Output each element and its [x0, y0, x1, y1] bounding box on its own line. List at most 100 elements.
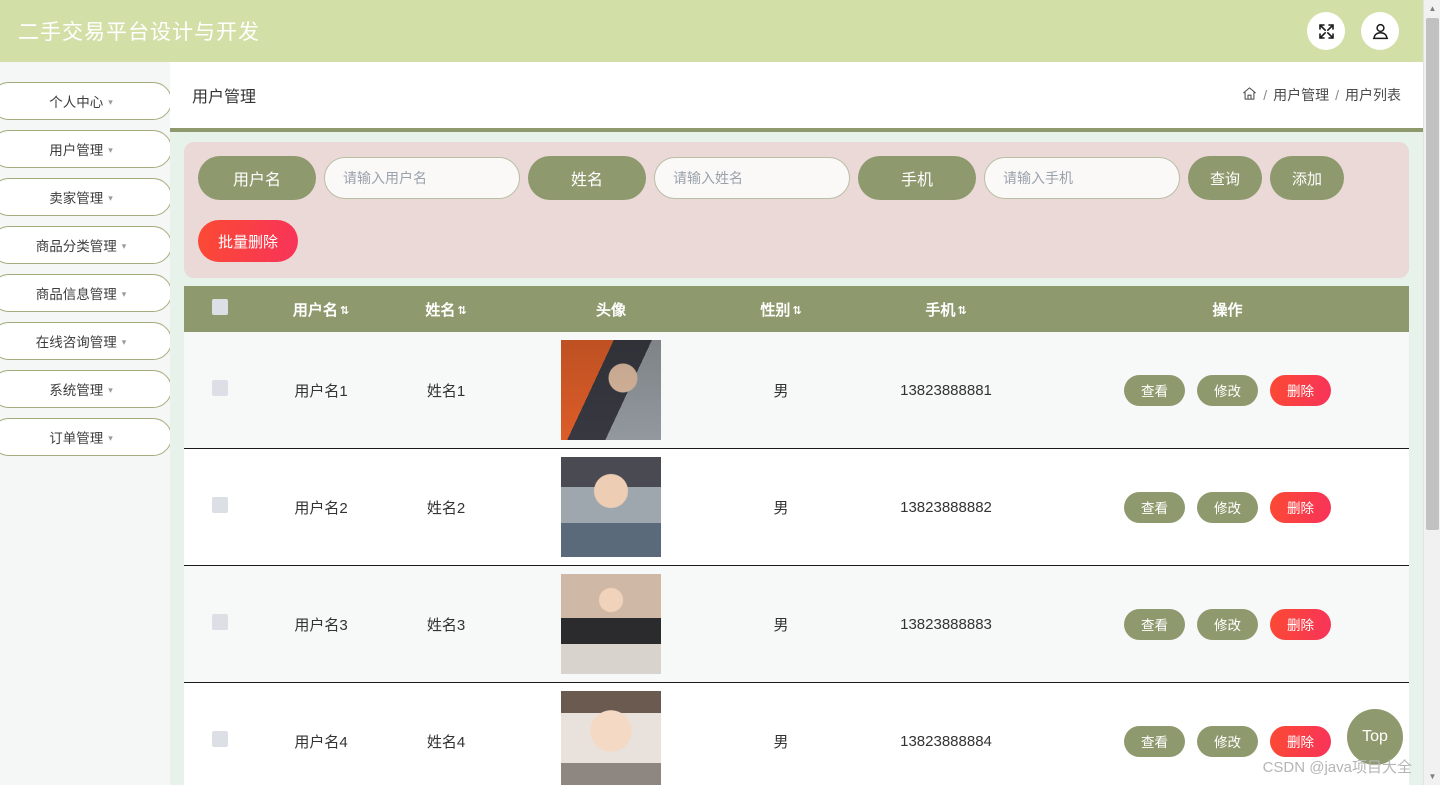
sidebar-item-seller-management[interactable]: 卖家管理 ▾ — [0, 178, 170, 216]
app-title: 二手交易平台设计与开发 — [18, 21, 260, 44]
cell-gender: 男 — [716, 448, 846, 566]
sidebar-item-label: 在线咨询管理 — [35, 335, 117, 350]
view-button[interactable]: 查看 — [1124, 491, 1185, 523]
app-header: 二手交易平台设计与开发 — [0, 0, 1423, 62]
fullscreen-icon — [1317, 22, 1336, 41]
select-all-checkbox[interactable] — [212, 299, 228, 315]
edit-button[interactable]: 修改 — [1197, 725, 1258, 757]
scroll-down-arrow-icon[interactable]: ▼ — [1424, 768, 1440, 785]
page-scrollbar[interactable]: ▲ ▼ — [1423, 0, 1440, 785]
chevron-down-icon: ▾ — [108, 192, 113, 203]
main-content: 用户管理 / 用户管理 / 用户列表 用户名 姓名 — [170, 62, 1423, 785]
cell-name: 姓名4 — [386, 682, 506, 785]
view-button[interactable]: 查看 — [1124, 374, 1185, 406]
breadcrumb-item-user-management[interactable]: 用户管理 — [1273, 85, 1329, 105]
cell-name: 姓名1 — [386, 332, 506, 449]
chevron-down-icon: ▾ — [108, 432, 113, 443]
fullscreen-button[interactable] — [1307, 12, 1345, 50]
breadcrumb-item-user-list[interactable]: 用户列表 — [1345, 85, 1401, 105]
sidebar-item-label: 个人中心 — [49, 95, 104, 110]
row-select-cell — [184, 682, 256, 785]
row-actions: 查看 修改 删除 — [1046, 374, 1409, 406]
cell-phone: 13823888884 — [846, 682, 1046, 785]
chevron-down-icon: ▾ — [121, 288, 127, 299]
cell-username: 用户名4 — [256, 682, 386, 785]
column-label: 性别 — [760, 301, 791, 319]
column-name[interactable]: 姓名 ⇅ — [386, 286, 506, 332]
edit-button[interactable]: 修改 — [1197, 608, 1258, 640]
cell-phone: 13823888881 — [846, 332, 1046, 449]
table-header-row: 用户名 ⇅ 姓名 ⇅ 头像 性别 ⇅ 手机 ⇅ 操作 — [184, 286, 1409, 332]
view-button[interactable]: 查看 — [1124, 725, 1185, 757]
sidebar-item-personal-center[interactable]: 个人中心 ▾ — [0, 82, 170, 120]
cell-gender: 男 — [716, 565, 846, 683]
cell-gender: 男 — [716, 682, 846, 785]
sort-icon[interactable]: ⇅ — [792, 305, 801, 317]
sidebar-item-order-management[interactable]: 订单管理 ▾ — [0, 418, 170, 456]
sidebar-item-label: 用户管理 — [49, 143, 104, 158]
delete-button[interactable]: 删除 — [1270, 725, 1331, 757]
view-button[interactable]: 查看 — [1124, 608, 1185, 640]
cell-avatar — [506, 332, 716, 449]
header-actions — [1307, 12, 1399, 50]
avatar — [561, 340, 661, 440]
scrollbar-thumb[interactable] — [1426, 18, 1439, 530]
avatar — [561, 574, 661, 674]
row-select-cell — [184, 332, 256, 449]
sidebar-item-product-category-management[interactable]: 商品分类管理 ▾ — [0, 226, 170, 264]
delete-button[interactable]: 删除 — [1270, 491, 1331, 523]
avatar — [561, 691, 661, 785]
cell-operations: 查看 修改 删除 — [1046, 565, 1409, 683]
delete-button[interactable]: 删除 — [1270, 374, 1331, 406]
chevron-down-icon: ▾ — [108, 144, 113, 155]
sort-icon[interactable]: ⇅ — [340, 305, 349, 317]
edit-button[interactable]: 修改 — [1197, 374, 1258, 406]
row-checkbox[interactable] — [212, 497, 228, 513]
sort-icon[interactable]: ⇅ — [457, 305, 466, 317]
column-gender[interactable]: 性别 ⇅ — [716, 286, 846, 332]
table-row: 用户名4 姓名4 男 13823888884 查看 修改 删除 — [184, 682, 1409, 785]
breadcrumb: / 用户管理 / 用户列表 — [1242, 85, 1401, 105]
breadcrumb-separator: / — [1263, 87, 1268, 103]
add-button[interactable]: 添加 — [1270, 156, 1345, 200]
delete-button[interactable]: 删除 — [1270, 608, 1331, 640]
username-input[interactable] — [324, 157, 520, 199]
sidebar-item-label: 商品分类管理 — [35, 239, 117, 254]
user-table-wrap: 用户名 ⇅ 姓名 ⇅ 头像 性别 ⇅ 手机 ⇅ 操作 用户名1 姓名1 男 13… — [170, 278, 1423, 785]
chevron-down-icon: ▾ — [108, 96, 113, 107]
column-label: 手机 — [925, 301, 956, 319]
sidebar-item-product-info-management[interactable]: 商品信息管理 ▾ — [0, 274, 170, 312]
search-panel-wrap: 用户名 姓名 手机 查询 添加 批量删除 — [170, 132, 1423, 278]
column-phone[interactable]: 手机 ⇅ — [846, 286, 1046, 332]
query-button[interactable]: 查询 — [1188, 156, 1263, 200]
user-account-button[interactable] — [1361, 12, 1399, 50]
home-icon[interactable] — [1242, 86, 1257, 104]
cell-avatar — [506, 682, 716, 785]
sidebar-item-label: 系统管理 — [49, 383, 104, 398]
column-username[interactable]: 用户名 ⇅ — [256, 286, 386, 332]
cell-avatar — [506, 565, 716, 683]
edit-button[interactable]: 修改 — [1197, 491, 1258, 523]
sidebar-item-label: 订单管理 — [49, 431, 104, 446]
phone-input[interactable] — [984, 157, 1180, 199]
sidebar-item-online-consult-management[interactable]: 在线咨询管理 ▾ — [0, 322, 170, 360]
row-checkbox[interactable] — [212, 731, 228, 747]
column-operations: 操作 — [1046, 286, 1409, 332]
row-checkbox[interactable] — [212, 614, 228, 630]
table-body: 用户名1 姓名1 男 13823888881 查看 修改 删除 用户名2 姓名2… — [184, 332, 1409, 785]
avatar — [561, 457, 661, 557]
name-input[interactable] — [654, 157, 850, 199]
column-label: 姓名 — [425, 301, 456, 319]
column-label: 用户名 — [292, 301, 338, 319]
row-checkbox[interactable] — [212, 380, 228, 396]
batch-delete-button[interactable]: 批量删除 — [198, 220, 299, 262]
cell-avatar — [506, 448, 716, 566]
sidebar-item-user-management[interactable]: 用户管理 ▾ — [0, 130, 170, 168]
search-filter-panel: 用户名 姓名 手机 查询 添加 批量删除 — [184, 142, 1409, 278]
column-label: 头像 — [595, 301, 626, 319]
sort-icon[interactable]: ⇅ — [957, 305, 966, 317]
sidebar-item-system-management[interactable]: 系统管理 ▾ — [0, 370, 170, 408]
chevron-down-icon: ▾ — [121, 336, 127, 347]
scroll-up-arrow-icon[interactable]: ▲ — [1424, 0, 1440, 17]
app-root: 二手交易平台设计与开发 个人中心 ▾ 用户管理 ▾ 卖家管理 ▾ 商品分类管理 … — [0, 0, 1440, 785]
